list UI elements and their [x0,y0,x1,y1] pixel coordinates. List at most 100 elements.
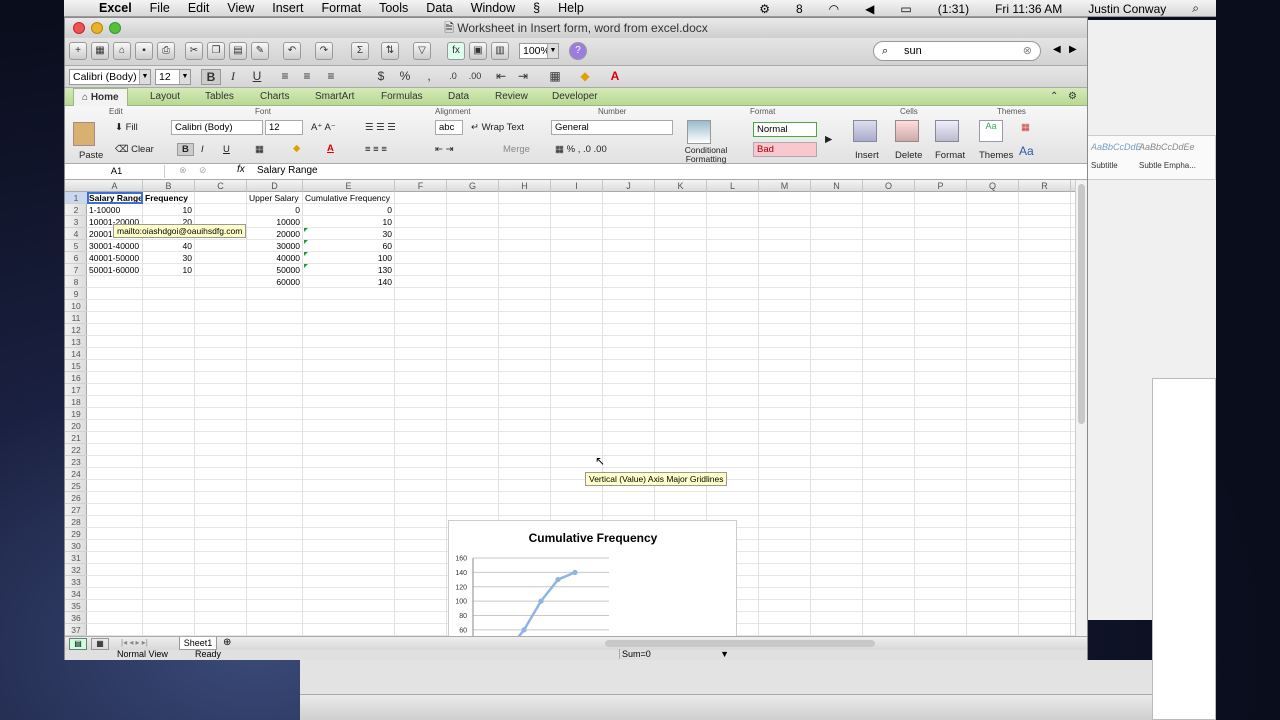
row-header[interactable]: 35 [65,600,87,612]
number-buttons[interactable]: ▦ % , .0 .00 [555,144,607,155]
autosum-icon[interactable]: Σ [351,42,369,60]
row-header[interactable]: 11 [65,312,87,324]
name-box[interactable]: A1 [69,165,165,178]
row-header[interactable]: 23 [65,456,87,468]
theme-fonts-icon[interactable]: Aa [1019,144,1034,158]
cell-frequency[interactable]: 30 [145,252,192,264]
media-icon[interactable]: ▥ [491,42,509,60]
fill-color-icon[interactable]: ◆ [575,69,595,85]
row-header[interactable]: 6 [65,252,87,264]
cell-cumulative-frequency[interactable]: 60 [305,240,392,252]
row-header[interactable]: 1 [65,192,87,204]
borders-icon[interactable]: ▦ [545,69,565,85]
themes-label[interactable]: Themes [979,150,1013,161]
function-icon[interactable]: fx [237,164,245,175]
minimize-button[interactable] [91,22,103,34]
underline-button[interactable]: U [247,69,267,85]
wrap-text-button[interactable]: ↵ Wrap Text [471,122,524,133]
row-header[interactable]: 13 [65,336,87,348]
vertical-scrollbar[interactable] [1075,180,1087,636]
tab-tables[interactable]: Tables [205,88,234,106]
column-header[interactable]: H [499,180,551,192]
row-header[interactable]: 3 [65,216,87,228]
row-header[interactable]: 30 [65,540,87,552]
cell-cumulative-frequency[interactable]: 10 [305,216,392,228]
delete-cells-label[interactable]: Delete [895,150,922,161]
battery-icon[interactable]: ▭ [891,2,920,16]
merge-button[interactable]: Merge [503,144,530,155]
cell-upper-salary[interactable]: 30000 [249,240,300,252]
tab-developer[interactable]: Developer [552,88,598,106]
conditional-formatting-label[interactable]: Conditional Formatting [681,146,731,164]
decrease-decimal-icon[interactable]: .00 [465,69,485,85]
horizontal-scroll-thumb[interactable] [605,640,875,647]
ribbon-underline-button[interactable]: U [223,144,230,155]
cell-cumulative-frequency[interactable]: 0 [305,204,392,216]
user-name[interactable]: Justin Conway [1079,2,1175,16]
column-header[interactable]: C [195,180,247,192]
row-header[interactable]: 37 [65,624,87,636]
spreadsheet-grid[interactable]: ABCDEFGHIJKLMNOPQR 1 2 3 4 5 6 7 8 9 10 11 12 13 14 15… [65,180,1075,636]
indent-icon[interactable]: ⇥ [513,69,533,85]
ribbon-font-select[interactable]: Calibri (Body) [171,120,263,135]
ribbon-bold-button[interactable]: B [177,143,194,156]
row-header[interactable]: 36 [65,612,87,624]
size-select[interactable]: 12 ▼ [155,69,191,85]
row-header[interactable]: 4 [65,228,87,240]
cell-cumulative-frequency[interactable]: 140 [305,276,392,288]
cell-salary-range[interactable]: 40001-50000 [89,252,139,264]
row-header[interactable]: 21 [65,432,87,444]
row-header[interactable]: 31 [65,552,87,564]
status-badge[interactable]: 8 [787,2,812,16]
cell-upper-salary[interactable]: 20000 [249,228,300,240]
error-indicator-icon[interactable] [304,264,308,268]
menu-insert[interactable]: Insert [263,1,312,15]
row-header[interactable]: 8 [65,276,87,288]
paste-label[interactable]: Paste [79,150,103,161]
cell-upper-salary[interactable]: 40000 [249,252,300,264]
row-header[interactable]: 32 [65,564,87,576]
row-header[interactable]: 19 [65,408,87,420]
bold-button[interactable]: B [201,69,221,85]
script-icon[interactable]: § [524,1,549,15]
add-sheet-icon[interactable]: ⊕ [223,637,231,648]
cell-upper-salary[interactable]: 50000 [249,264,300,276]
column-header[interactable]: Q [967,180,1019,192]
tab-review[interactable]: Review [495,88,528,106]
ribbon-fill-color-icon[interactable]: ◆ [293,143,300,154]
search-prev-icon[interactable]: ◀ [1053,44,1061,55]
open-icon[interactable]: ⌂ [113,42,131,60]
error-indicator-icon[interactable] [304,252,308,256]
cell-upper-salary[interactable]: 60000 [249,276,300,288]
tab-smartart[interactable]: SmartArt [315,88,354,106]
orientation-button[interactable]: abc [435,120,463,135]
paste-icon[interactable]: ▤ [229,42,247,60]
row-header[interactable]: 26 [65,492,87,504]
theme-colors-icon[interactable]: ▦ [1021,122,1030,133]
tab-layout[interactable]: Layout [150,88,180,106]
tab-charts[interactable]: Charts [260,88,289,106]
error-indicator-icon[interactable] [304,240,308,244]
copy-icon[interactable]: ❐ [207,42,225,60]
increase-decimal-icon[interactable]: .0 [443,69,463,85]
column-header[interactable]: N [811,180,863,192]
row-header[interactable]: 2 [65,204,87,216]
column-header[interactable]: E [303,180,395,192]
search-input[interactable]: ⌕ sun ⊗ [873,41,1041,61]
column-header[interactable]: I [551,180,603,192]
align-right-icon[interactable]: ≡ [321,69,341,85]
status-icon[interactable]: ⚙ [750,2,779,16]
ribbon-italic-button[interactable]: I [201,144,204,155]
zoom-button[interactable] [109,22,121,34]
redo-icon[interactable]: ↷ [315,42,333,60]
column-header[interactable]: B [143,180,195,192]
cell-e1[interactable]: Cumulative Frequency [305,192,390,204]
ribbon-borders-icon[interactable]: ▦ [255,144,264,155]
column-header[interactable]: O [863,180,915,192]
cut-icon[interactable]: ✂ [185,42,203,60]
page-layout-view-icon[interactable]: ▦ [91,638,109,650]
cell-b1[interactable]: Frequency [145,192,188,204]
formula-content[interactable]: Salary Range [257,165,318,176]
function-icon[interactable]: fx [447,42,465,60]
toolbox-icon[interactable]: ▣ [469,42,487,60]
